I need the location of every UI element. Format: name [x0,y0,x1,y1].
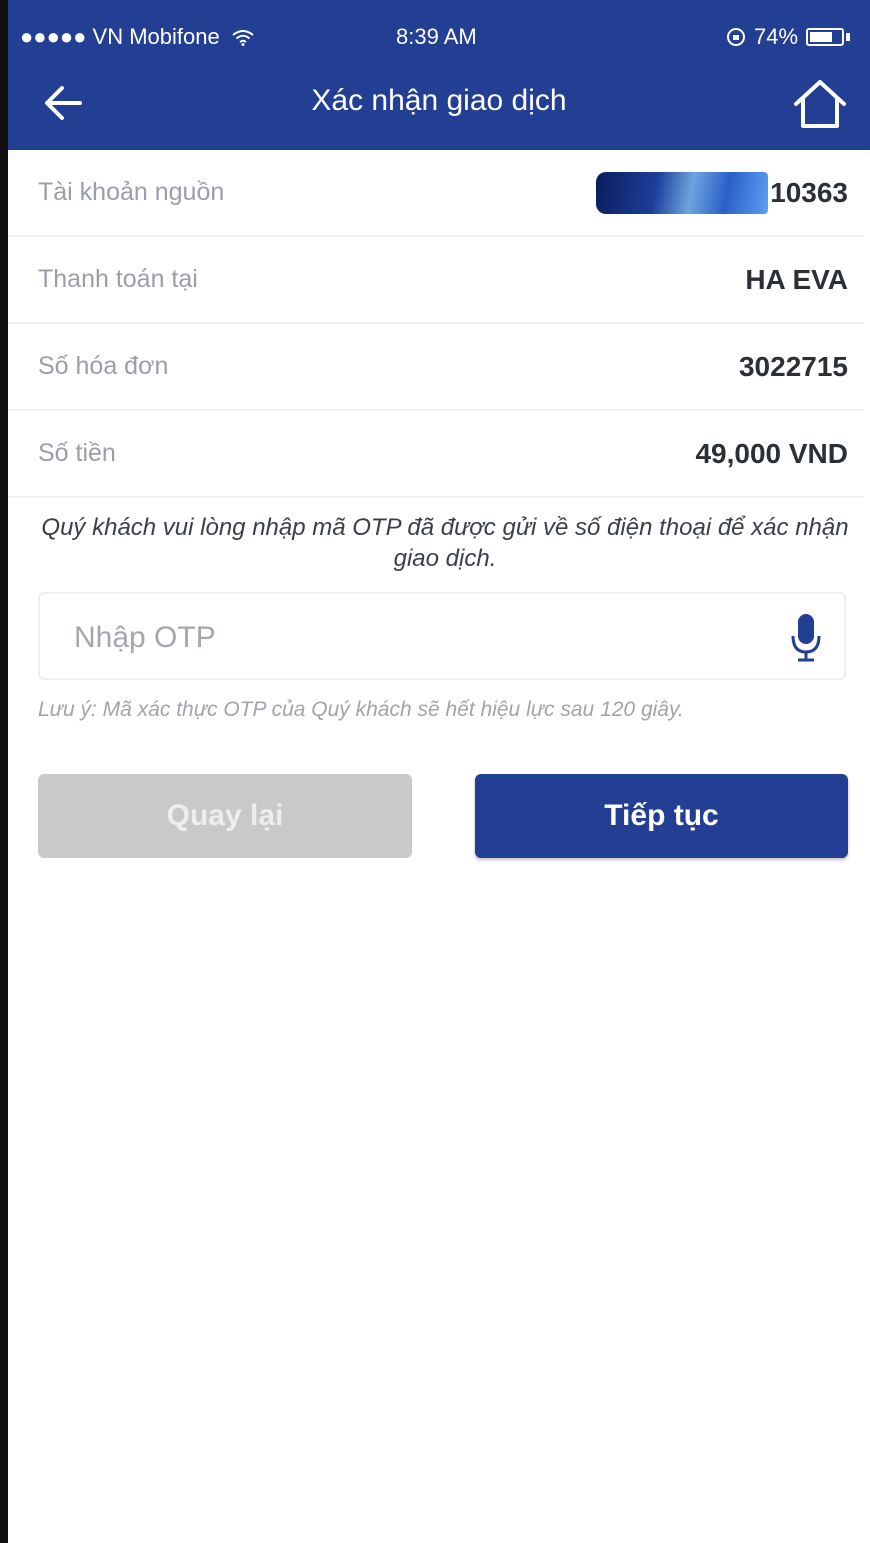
battery-percent: 74% [754,24,799,49]
otp-input[interactable] [72,612,756,664]
orientation-lock-icon [727,28,745,46]
otp-expiry-note: Lưu ý: Mã xác thực OTP của Quý khách sẽ … [38,698,684,721]
home-button[interactable] [788,74,852,134]
detail-row-amount: Số tiền 49,000 VND [8,411,864,498]
screen-frame-edge [0,0,8,1543]
status-bar: ●●●●● VN Mobifone 8:39 AM 74% [8,0,870,70]
microphone-icon [791,614,821,662]
battery-fill [810,32,833,42]
back-step-button[interactable]: Quay lại [38,774,412,858]
app-header: ●●●●● VN Mobifone 8:39 AM 74% Xác nhận g… [8,0,870,150]
wifi-icon [232,30,254,47]
battery-tip [846,33,851,41]
detail-row-payee: Thanh toán tại HA EVA [8,237,864,324]
detail-label: Thanh toán tại [38,265,198,293]
detail-label: Số tiền [38,439,116,467]
microphone-button[interactable] [788,612,824,664]
otp-field-container [38,592,846,680]
otp-instruction: Quý khách vui lòng nhập mã OTP đã được g… [41,514,849,572]
detail-row-source-account: Tài khoản nguồn 10363 [8,150,864,237]
account-number-suffix: 10363 [770,176,848,208]
detail-label: Tài khoản nguồn [38,178,225,206]
page-title: Xác nhận giao dịch [311,84,567,117]
home-icon [794,80,846,128]
status-time: 8:39 AM [396,24,477,49]
detail-row-invoice-number: Số hóa đơn 3022715 [8,324,864,411]
detail-value: 10363 [596,171,848,214]
detail-value: HA EVA [745,263,848,295]
detail-value: 3022715 [738,350,848,382]
status-right-group: 74% [726,24,851,50]
continue-button[interactable]: Tiếp tục [475,774,848,858]
transaction-details: Tài khoản nguồn 10363 Thanh toán tại HA … [8,150,864,498]
carrier-label: ●●●●● VN Mobifone [20,24,254,50]
detail-value: 49,000 VND [695,437,848,469]
battery-icon [806,28,845,46]
redacted-account-mask [596,171,769,214]
carrier-text: ●●●●● VN Mobifone [20,24,220,49]
detail-label: Số hóa đơn [38,352,169,380]
